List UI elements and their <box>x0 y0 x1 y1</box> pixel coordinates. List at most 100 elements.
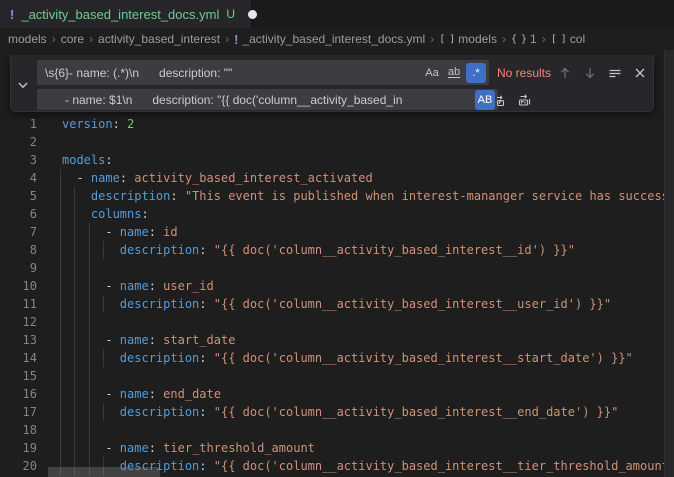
code-line[interactable]: 3models: <box>0 151 665 169</box>
preserve-case-toggle[interactable]: AB <box>475 90 495 110</box>
breadcrumb-item-models[interactable]: models <box>8 32 47 46</box>
code-text: columns: <box>62 205 149 223</box>
indent-guide <box>89 421 90 439</box>
code-line[interactable]: 16 - name: end_date <box>0 385 665 403</box>
line-number: 18 <box>0 421 37 439</box>
tab-title: _activity_based_interest_docs.yml <box>21 7 219 22</box>
match-case-toggle[interactable]: Aa <box>422 63 442 83</box>
code-line[interactable]: 6 columns: <box>0 205 665 223</box>
indent-guide <box>60 439 61 457</box>
vertical-scrollbar[interactable] <box>664 50 674 477</box>
line-number: 13 <box>0 331 37 349</box>
tab-activity-based-interest-docs[interactable]: ! _activity_based_interest_docs.yml U <box>0 0 252 28</box>
replace-input[interactable]: - name: $1\n description: "{{ doc('colum… <box>37 89 498 110</box>
toggle-replace-chevron-down-icon[interactable] <box>15 77 31 93</box>
modified-dot-icon[interactable] <box>248 10 257 19</box>
breadcrumb-label: activity_based_interest <box>98 32 220 46</box>
breadcrumb-label: _activity_based_interest_docs.yml <box>242 32 425 46</box>
indent-guide <box>60 205 61 223</box>
vscode-window: { "window": { "tab": { "file_icon": "!",… <box>0 0 674 477</box>
code-line[interactable]: 9 <box>0 259 665 277</box>
indent-guide <box>60 313 61 331</box>
breadcrumb-separator: › <box>89 32 93 46</box>
git-status-badge: U <box>226 7 235 21</box>
code-line[interactable]: 2 <box>0 133 665 151</box>
line-number: 16 <box>0 385 37 403</box>
indent-guide <box>60 367 61 385</box>
indent-guide <box>60 385 61 403</box>
indent-guide <box>60 421 61 439</box>
indent-guide <box>60 241 61 259</box>
code-line[interactable]: 19 - name: tier_threshold_amount <box>0 439 665 457</box>
code-line[interactable]: 8 description: "{{ doc('column__activity… <box>0 241 665 259</box>
code-text: - name: start_date <box>62 331 235 349</box>
code-text: version: 2 <box>62 115 134 133</box>
regex-toggle[interactable]: .* <box>466 63 486 83</box>
code-text: - name: id <box>62 223 178 241</box>
find-in-selection-icon[interactable] <box>607 65 623 81</box>
indent-guide <box>60 295 61 313</box>
find-input[interactable]: \s{6}- name: (.*)\n description: "" Aa a… <box>37 60 489 85</box>
breadcrumb-label: core <box>61 32 84 46</box>
code-line[interactable]: 11 description: "{{ doc('column__activit… <box>0 295 665 313</box>
code-line[interactable]: 14 description: "{{ doc('column__activit… <box>0 349 665 367</box>
breadcrumb-item-activity_based_interest[interactable]: activity_based_interest <box>98 32 220 46</box>
symbol-object-icon: { } <box>511 34 526 45</box>
indent-guide <box>60 187 61 205</box>
code-line[interactable]: 1version: 2 <box>0 115 665 133</box>
breadcrumb-item-core[interactable]: core <box>61 32 84 46</box>
find-status: No results <box>497 60 551 85</box>
code-text: description: "{{ doc('column__activity_b… <box>62 349 633 367</box>
breadcrumb-separator: › <box>502 32 506 46</box>
code-line[interactable]: 13 - name: start_date <box>0 331 665 349</box>
breadcrumb-label: models <box>8 32 47 46</box>
code-text: description: "{{ doc('column__activity_b… <box>62 403 618 421</box>
line-number: 12 <box>0 313 37 331</box>
breadcrumb-separator: › <box>52 32 56 46</box>
code-line[interactable]: 15 <box>0 367 665 385</box>
breadcrumb-label: models <box>458 32 497 46</box>
horizontal-scrollbar-thumb[interactable] <box>48 467 160 477</box>
code-area[interactable]: 1version: 223models:4 - name: activity_b… <box>0 50 665 477</box>
code-line[interactable]: 4 - name: activity_based_interest_activa… <box>0 169 665 187</box>
code-line[interactable]: 10 - name: user_id <box>0 277 665 295</box>
breadcrumb-label: 1 <box>530 32 537 46</box>
code-line[interactable]: 17 description: "{{ doc('column__activit… <box>0 403 665 421</box>
replace-one-icon[interactable] <box>493 92 509 108</box>
line-number: 7 <box>0 223 37 241</box>
replace-all-icon[interactable] <box>517 92 533 108</box>
find-input-value: \s{6}- name: (.*)\n description: "" <box>45 60 232 85</box>
code-line[interactable]: 7 - name: id <box>0 223 665 241</box>
breadcrumb: models › core › activity_based_interest ›! _ac… <box>0 28 674 50</box>
code-text: - name: activity_based_interest_activate… <box>62 169 373 187</box>
line-number: 15 <box>0 367 37 385</box>
line-number: 4 <box>0 169 37 187</box>
tab-bar: ! _activity_based_interest_docs.yml U <box>0 0 674 28</box>
find-nav-buttons <box>557 60 648 85</box>
indent-guide <box>74 259 75 277</box>
indent-guide <box>89 367 90 385</box>
symbol-array-icon: [ ] <box>439 34 454 45</box>
editor[interactable]: 1version: 223models:4 - name: activity_b… <box>0 50 674 477</box>
indent-guide <box>89 313 90 331</box>
code-text: - name: user_id <box>62 277 214 295</box>
code-lines: 1version: 223models:4 - name: activity_b… <box>0 115 665 475</box>
code-text: description: "This event is published wh… <box>62 187 665 205</box>
symbol-array-icon: [ ] <box>551 34 566 45</box>
line-number: 2 <box>0 133 37 151</box>
breadcrumb-item-_activity_based_interest_docs.yml[interactable]: ! _activity_based_interest_docs.yml <box>234 32 425 46</box>
whole-word-toggle[interactable]: ab <box>444 63 464 83</box>
code-line[interactable]: 12 <box>0 313 665 331</box>
yaml-file-icon: ! <box>234 33 238 46</box>
breadcrumb-separator: › <box>225 32 229 46</box>
code-line[interactable]: 5 description: "This event is published … <box>0 187 665 205</box>
breadcrumb-item-col[interactable]: [ ]col <box>551 32 585 46</box>
close-icon[interactable] <box>632 65 648 81</box>
previous-match-arrow-up-icon[interactable] <box>557 65 573 81</box>
replace-action-buttons <box>493 89 533 110</box>
next-match-arrow-down-icon[interactable] <box>582 65 598 81</box>
code-line[interactable]: 18 <box>0 421 665 439</box>
code-text: models: <box>62 151 113 169</box>
breadcrumb-item-models[interactable]: [ ] models <box>439 32 497 46</box>
breadcrumb-item-1[interactable]: { } 1 <box>511 32 537 46</box>
